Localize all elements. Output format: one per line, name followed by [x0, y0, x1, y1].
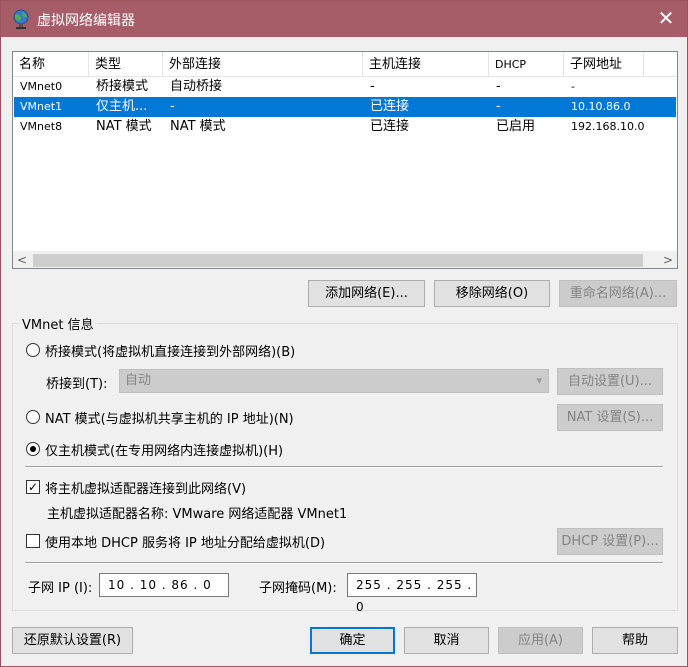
cell-host: 已连接 [370, 119, 410, 134]
network-list[interactable]: 名称 类型 外部连接 主机连接 DHCP 子网地址 VMnet0 桥接模式 自动… [12, 51, 678, 269]
scroll-thumb[interactable] [33, 254, 643, 267]
scroll-right-icon[interactable]: > [659, 252, 677, 269]
nat-mode-label[interactable]: NAT 模式(与虚拟机共享主机的 IP 地址)(N) [45, 408, 294, 427]
cell-type: 仅主机... [96, 99, 148, 114]
divider [25, 562, 663, 564]
column-header-host[interactable]: 主机连接 [363, 52, 489, 77]
hostonly-mode-radio[interactable] [26, 442, 40, 456]
close-icon[interactable]: ✕ [651, 5, 681, 33]
table-row[interactable]: VMnet8 NAT 模式 NAT 模式 已连接 已启用 192.168.10.… [14, 117, 676, 137]
window-title: 虚拟网络编辑器 [37, 13, 135, 29]
cell-dhcp: 已启用 [496, 119, 536, 134]
connect-adapter-checkbox[interactable]: ✓ [26, 480, 40, 494]
cell-subnet: 10.10.86.0 [571, 100, 631, 113]
column-header-name[interactable]: 名称 [13, 52, 89, 77]
subnet-mask-label: 子网掩码(M): [259, 581, 337, 596]
title-bar[interactable]: 虚拟网络编辑器 ✕ [1, 1, 687, 37]
divider [25, 466, 663, 468]
adapter-name-text: 主机虚拟适配器名称: VMware 网络适配器 VMnet1 [47, 507, 348, 522]
bridged-mode-radio[interactable] [26, 343, 40, 357]
cell-external: NAT 模式 [170, 119, 226, 134]
subnet-ip-label: 子网 IP (I): [28, 581, 93, 596]
help-button[interactable]: 帮助 [592, 627, 678, 654]
connect-adapter-label[interactable]: 将主机虚拟适配器连接到此网络(V) [45, 478, 246, 497]
cancel-button[interactable]: 取消 [404, 627, 489, 654]
virtual-network-editor-window: 虚拟网络编辑器 ✕ 名称 类型 外部连接 主机连接 DHCP 子网地址 VMne… [0, 0, 688, 667]
bridged-to-select[interactable]: 自动 ▾ [119, 369, 549, 393]
hostonly-mode-label[interactable]: 仅主机模式(在专用网络内连接虚拟机)(H) [45, 440, 283, 459]
list-header: 名称 类型 外部连接 主机连接 DHCP 子网地址 [13, 52, 677, 77]
scroll-left-icon[interactable]: < [13, 252, 31, 269]
cell-external: 自动桥接 [170, 79, 223, 94]
cell-external: - [170, 99, 175, 114]
column-header-subnet[interactable]: 子网地址 [564, 52, 644, 77]
cell-type: NAT 模式 [96, 119, 152, 134]
use-dhcp-label[interactable]: 使用本地 DHCP 服务将 IP 地址分配给虚拟机(D) [45, 532, 325, 551]
cell-subnet: 192.168.10.0 [571, 120, 645, 133]
column-header-dhcp[interactable]: DHCP [489, 52, 564, 77]
cell-host: - [370, 79, 375, 94]
cell-subnet: - [571, 80, 575, 93]
table-row[interactable]: VMnet0 桥接模式 自动桥接 - - - [14, 77, 676, 97]
chevron-down-icon: ▾ [536, 374, 542, 387]
rename-network-button[interactable]: 重命名网络(A)... [559, 280, 677, 307]
cell-name: VMnet0 [20, 80, 63, 93]
use-dhcp-checkbox[interactable] [26, 534, 40, 548]
ok-button[interactable]: 确定 [310, 627, 395, 654]
cell-type: 桥接模式 [96, 79, 149, 94]
bridged-mode-label[interactable]: 桥接模式(将虚拟机直接连接到外部网络)(B) [45, 341, 295, 360]
vmnet-info-title: VMnet 信息 [19, 314, 97, 333]
nat-mode-radio[interactable] [26, 410, 40, 424]
auto-settings-button[interactable]: 自动设置(U)... [557, 368, 663, 395]
bridged-to-value: 自动 [125, 373, 152, 388]
column-header-type[interactable]: 类型 [89, 52, 163, 77]
table-row-selected[interactable]: VMnet1 仅主机... - 已连接 - 10.10.86.0 [14, 97, 676, 117]
column-header-external[interactable]: 外部连接 [163, 52, 363, 77]
apply-button[interactable]: 应用(A) [498, 627, 583, 654]
cell-host: 已连接 [370, 99, 410, 114]
restore-defaults-button[interactable]: 还原默认设置(R) [12, 627, 133, 654]
add-network-button[interactable]: 添加网络(E)... [308, 280, 425, 307]
check-icon: ✓ [27, 480, 39, 494]
cell-dhcp: - [496, 99, 501, 114]
remove-network-button[interactable]: 移除网络(O) [434, 280, 550, 307]
cell-dhcp: - [496, 79, 501, 94]
bridged-to-label: 桥接到(T): [46, 377, 108, 392]
dhcp-settings-button[interactable]: DHCP 设置(P)... [557, 528, 663, 555]
nat-settings-button[interactable]: NAT 设置(S)... [557, 404, 663, 431]
cell-name: VMnet8 [20, 120, 63, 133]
horizontal-scrollbar[interactable]: < > [13, 251, 677, 268]
network-globe-icon [13, 9, 29, 29]
subnet-mask-input[interactable]: 255 . 255 . 255 . 0 [347, 573, 477, 614]
subnet-ip-input[interactable]: 10 . 10 . 86 . 0 [99, 573, 229, 597]
cell-name: VMnet1 [20, 100, 63, 113]
